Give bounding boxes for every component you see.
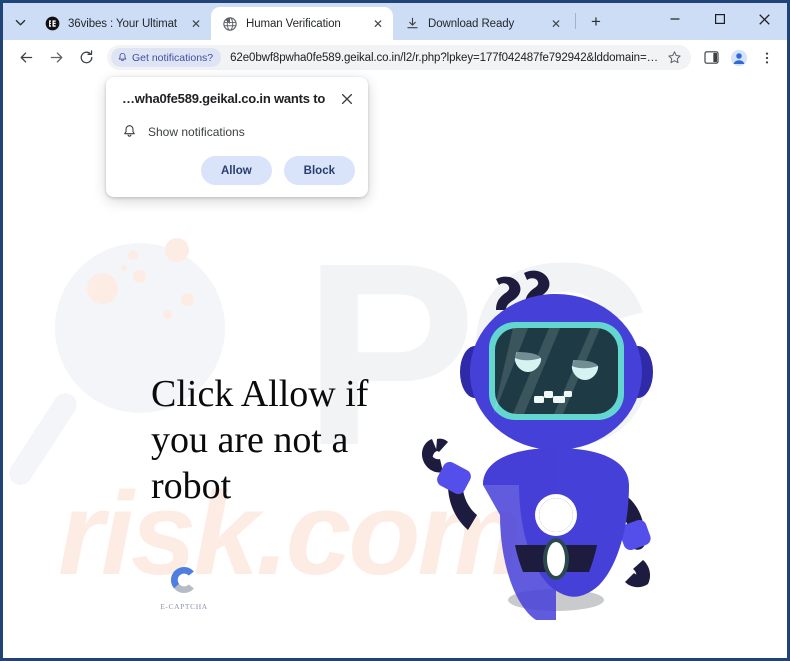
browser-menu-button[interactable] xyxy=(753,44,781,72)
bookmark-star-icon[interactable] xyxy=(665,50,683,65)
popup-close-button[interactable] xyxy=(339,91,355,107)
tab-title: 36vibes : Your Ultimate Destin xyxy=(68,17,177,30)
decorative-dot xyxy=(128,250,138,260)
tab-36vibes[interactable]: 36vibes : Your Ultimate Destin ✕ xyxy=(33,7,211,40)
back-button[interactable] xyxy=(11,43,41,73)
popup-request-label: Show notifications xyxy=(148,124,245,139)
captcha-brand-label: E-CAPTCHA xyxy=(160,602,208,611)
maximize-icon xyxy=(714,14,725,25)
arrow-left-icon xyxy=(20,52,32,63)
reload-button[interactable] xyxy=(71,43,101,73)
bell-icon xyxy=(124,125,135,137)
decorative-dot xyxy=(165,238,189,262)
download-icon xyxy=(404,16,420,32)
allow-button[interactable]: Allow xyxy=(201,156,272,186)
close-window-button[interactable] xyxy=(742,3,787,35)
three-dot-menu-icon xyxy=(765,51,769,64)
popup-request-row: Show notifications xyxy=(122,124,355,139)
site-logo-36-icon xyxy=(44,16,60,32)
bell-icon xyxy=(118,52,127,62)
popup-title: …wha0fe589.geikal.co.in wants to xyxy=(122,91,326,106)
block-button[interactable]: Block xyxy=(283,156,355,186)
decorative-dot xyxy=(163,310,172,319)
minimize-button[interactable] xyxy=(652,3,697,35)
tab-strip: 36vibes : Your Ultimate Destin ✕ Human V… xyxy=(3,3,787,40)
captcha-brand: E-CAPTCHA xyxy=(153,562,215,611)
chip-label: Get notifications? xyxy=(132,51,214,64)
tab-close-button[interactable]: ✕ xyxy=(369,15,387,33)
confused-robot-illustration xyxy=(393,260,693,620)
tab-close-button[interactable]: ✕ xyxy=(547,15,565,33)
tab-search-button[interactable] xyxy=(7,7,33,37)
tab-separator xyxy=(575,13,576,29)
get-notifications-chip[interactable]: Get notifications? xyxy=(111,48,222,67)
decorative-dot xyxy=(121,265,127,271)
address-bar[interactable]: Get notifications? 62e0bwf8pwha0fe589.ge… xyxy=(107,45,691,70)
decorative-dot xyxy=(133,270,146,283)
decorative-dot xyxy=(87,273,118,304)
popup-actions: Allow Block xyxy=(122,156,355,186)
forward-button[interactable] xyxy=(41,43,71,73)
page-headline: Click Allow if you are not a robot xyxy=(151,373,369,507)
new-tab-button[interactable]: + xyxy=(582,8,610,36)
close-icon xyxy=(759,13,770,25)
popup-header: …wha0fe589.geikal.co.in wants to xyxy=(122,91,355,107)
notification-permission-popup[interactable]: …wha0fe589.geikal.co.in wants to Show no… xyxy=(106,77,368,198)
chevron-down-icon xyxy=(15,19,25,25)
tab-title: Human Verification xyxy=(246,17,341,30)
url-text: 62e0bwf8pwha0fe589.geikal.co.in/l2/r.php… xyxy=(230,51,658,64)
close-icon xyxy=(341,93,353,105)
tab-close-button[interactable]: ✕ xyxy=(187,15,205,33)
reload-icon xyxy=(80,50,92,64)
c-letter-mark-icon xyxy=(170,566,194,594)
window-controls xyxy=(652,3,787,40)
tab-human-verification[interactable]: Human Verification ✕ xyxy=(211,7,393,40)
browser-window: 36vibes : Your Ultimate Destin ✕ Human V… xyxy=(0,0,790,661)
maximize-button[interactable] xyxy=(697,3,742,35)
globe-icon xyxy=(222,16,238,32)
tab-download-ready[interactable]: Download Ready ✕ xyxy=(393,7,571,40)
arrow-right-icon xyxy=(50,52,62,63)
profile-button[interactable] xyxy=(725,44,753,72)
tab-title: Download Ready xyxy=(428,17,515,30)
decorative-dot xyxy=(181,293,194,306)
browser-toolbar: Get notifications? 62e0bwf8pwha0fe589.ge… xyxy=(3,40,787,75)
side-panel-icon xyxy=(703,51,719,64)
side-panel-button[interactable] xyxy=(697,44,725,72)
profile-avatar-icon xyxy=(730,49,748,66)
minimize-icon xyxy=(670,18,679,20)
